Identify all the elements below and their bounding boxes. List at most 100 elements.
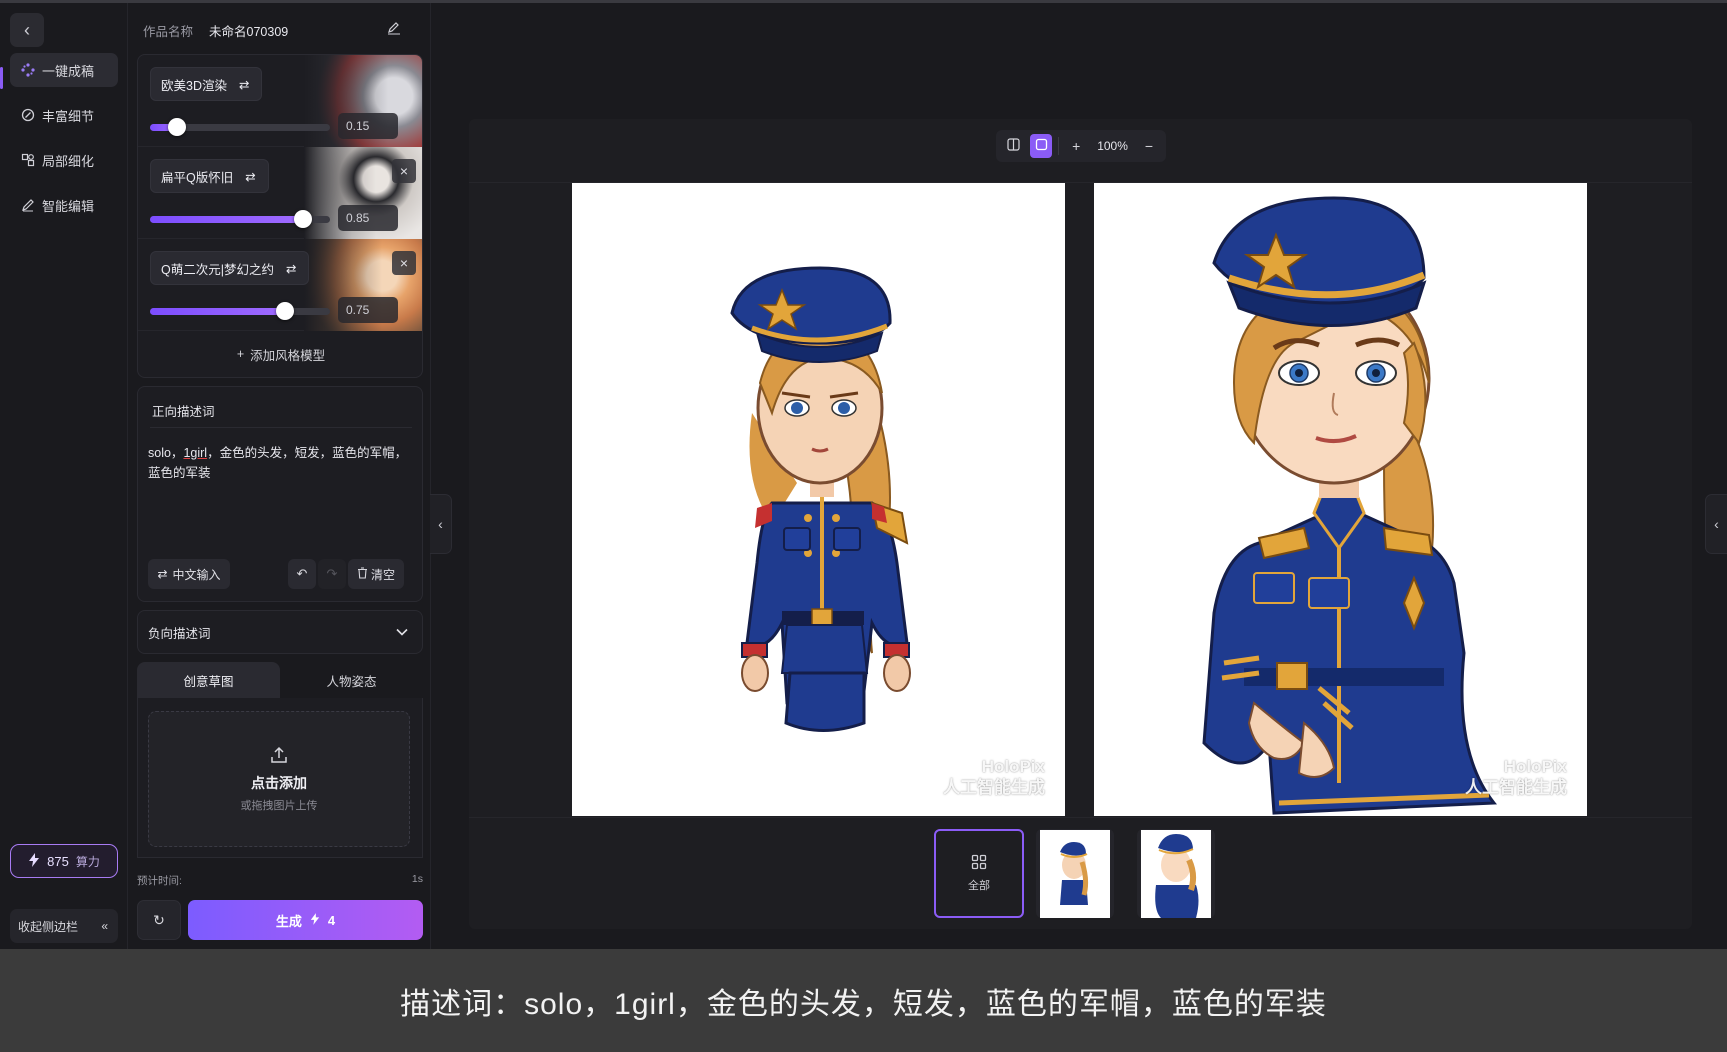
minus-icon: − (1144, 138, 1154, 154)
style-name: Q萌二次元|梦幻之约 (161, 262, 274, 277)
upload-sub-text: 或拖拽图片上传 (240, 799, 318, 812)
upload-area-wrap: 点击添加 或拖拽图片上传 (137, 698, 423, 858)
generate-button[interactable]: 生成 4 (188, 900, 423, 940)
nav-label: 局部细化 (42, 153, 95, 169)
redo-icon: ↷ (326, 566, 338, 581)
positive-prompt-title: 正向描述词 (152, 405, 215, 419)
toolbar-divider (1058, 137, 1060, 155)
undo-icon: ↶ (296, 566, 308, 581)
style-weight-slider[interactable] (150, 302, 330, 320)
settings-panel: 作品名称 未命名070309 欧美3D渲染 ⇄ 0.15 扁平Q版怀旧 ⇄ × … (129, 3, 429, 949)
upload-dropzone[interactable]: 点击添加 或拖拽图片上传 (148, 711, 410, 847)
positive-prompt-box: 正向描述词 solo，1girl，金色的头发，短发，蓝色的军帽，蓝色的军装 ⇄ … (137, 386, 423, 602)
style-name-button[interactable]: Q萌二次元|梦幻之约 ⇄ (150, 251, 310, 285)
add-style-button[interactable]: + 添加风格模型 (138, 331, 422, 377)
slider-handle[interactable] (276, 302, 294, 320)
collapse-sidebar-button[interactable]: 收起侧边栏 « (10, 909, 118, 943)
generated-image-2[interactable]: HoloPix 人工智能生成 (1094, 183, 1587, 816)
thumbnail[interactable] (1036, 829, 1114, 918)
style-weight-value[interactable]: 0.85 (338, 205, 398, 231)
remove-style-button[interactable]: × (392, 251, 416, 275)
chevron-left-icon: ‹ (438, 516, 443, 532)
clear-button[interactable]: 清空 (348, 559, 404, 589)
style-name-button[interactable]: 扁平Q版怀旧 ⇄ (150, 159, 269, 193)
chevron-down-icon (396, 625, 408, 639)
grid-icon (971, 854, 987, 873)
swap-icon: ⇄ (238, 77, 250, 92)
thumbnail[interactable] (1137, 829, 1215, 918)
credits-badge[interactable]: 875 算力 (10, 844, 118, 878)
edit-name-icon[interactable] (387, 21, 401, 38)
add-style-label: 添加风格模型 (250, 348, 326, 363)
chinese-input-button[interactable]: ⇄ 中文输入 (148, 559, 230, 589)
split-view-icon (1006, 138, 1020, 154)
remove-style-button[interactable]: × (392, 159, 416, 183)
credits-label: 算力 (75, 854, 100, 869)
chinese-input-label: 中文输入 (172, 567, 221, 582)
single-view-button[interactable] (1030, 134, 1053, 158)
nav-item-region[interactable]: 局部细化 (10, 143, 118, 177)
expand-right-panel-button[interactable]: ‹ (1705, 494, 1727, 554)
redo-button[interactable]: ↷ (318, 559, 346, 589)
zoom-out-button[interactable]: − (1138, 134, 1160, 158)
undo-button[interactable]: ↶ (288, 559, 316, 589)
upload-icon (270, 746, 288, 769)
style-weight-slider[interactable] (150, 118, 330, 136)
style-weight-value[interactable]: 0.15 (338, 113, 398, 139)
nav-item-edit[interactable]: 智能编辑 (10, 188, 118, 222)
estimate-value: 1s (411, 873, 423, 885)
plus-icon: + (236, 347, 245, 361)
style-name-button[interactable]: 欧美3D渲染 ⇄ (150, 67, 263, 101)
slider-handle[interactable] (168, 118, 186, 136)
nav-item-one-click[interactable]: 一键成稿 (10, 53, 118, 87)
watermark: HoloPix 人工智能生成 (943, 757, 1045, 797)
nav-label: 一键成稿 (42, 63, 95, 79)
refresh-button[interactable]: ↻ (137, 900, 181, 940)
swap-icon: ⇄ (245, 169, 256, 184)
style-weight-slider[interactable] (150, 210, 330, 228)
style-row: 欧美3D渲染 ⇄ 0.15 (138, 55, 422, 147)
style-row: Q萌二次元|梦幻之约 ⇄ × 0.75 (138, 239, 422, 331)
work-name-value: 未命名070309 (209, 24, 289, 39)
nav-item-details[interactable]: 丰富细节 (10, 98, 118, 132)
thumb-all-label: 全部 (968, 880, 990, 892)
thumb-all-button[interactable]: 全部 (934, 829, 1024, 918)
pen-icon (20, 198, 35, 213)
region-icon (20, 153, 35, 168)
collapse-panel-button[interactable]: ‹ (430, 494, 452, 554)
generated-image-1[interactable]: HoloPix 人工智能生成 (572, 183, 1065, 816)
negative-prompt-title: 负向描述词 (148, 626, 211, 641)
reference-tabs: 创意草图 人物姿态 (137, 662, 423, 698)
character-illustration (730, 266, 911, 732)
nav-label: 丰富细节 (42, 108, 95, 124)
lightning-icon (310, 912, 320, 928)
divider (150, 427, 412, 428)
positive-prompt-input[interactable]: solo，1girl，金色的头发，短发，蓝色的军帽，蓝色的军装 (148, 443, 414, 483)
back-button[interactable]: ‹ (10, 13, 44, 47)
zoom-level: 100% (1097, 139, 1128, 153)
thumbnail-image (1060, 841, 1089, 905)
slider-handle[interactable] (294, 210, 312, 228)
nav-label: 智能编辑 (42, 198, 95, 214)
canvas-header: + 100% − (469, 119, 1692, 183)
tab-pose[interactable]: 人物姿态 (280, 662, 423, 698)
swap-icon: ⇄ (285, 261, 297, 276)
tab-sketch[interactable]: 创意草图 (137, 662, 280, 698)
estimate-label: 预计时间: (137, 875, 182, 887)
lightning-icon (28, 852, 40, 870)
style-weight-value[interactable]: 0.75 (338, 297, 398, 323)
close-icon: × (399, 163, 409, 179)
upload-main-text: 点击添加 (251, 774, 307, 791)
detail-icon (20, 108, 35, 123)
chevron-left-icon: ‹ (1714, 516, 1719, 532)
split-view-button[interactable] (1002, 134, 1024, 158)
active-marker (0, 67, 3, 89)
zoom-in-button[interactable]: + (1065, 134, 1087, 158)
panel-divider (430, 3, 431, 949)
work-name-row: 作品名称 未命名070309 (143, 19, 413, 41)
style-name: 欧美3D渲染 (161, 78, 227, 93)
negative-prompt-toggle[interactable]: 负向描述词 (137, 610, 423, 654)
estimate-row: 预计时间: 1s (137, 873, 423, 888)
chevron-left-icon: ‹ (24, 19, 30, 40)
style-row: 扁平Q版怀旧 ⇄ × 0.85 (138, 147, 422, 239)
